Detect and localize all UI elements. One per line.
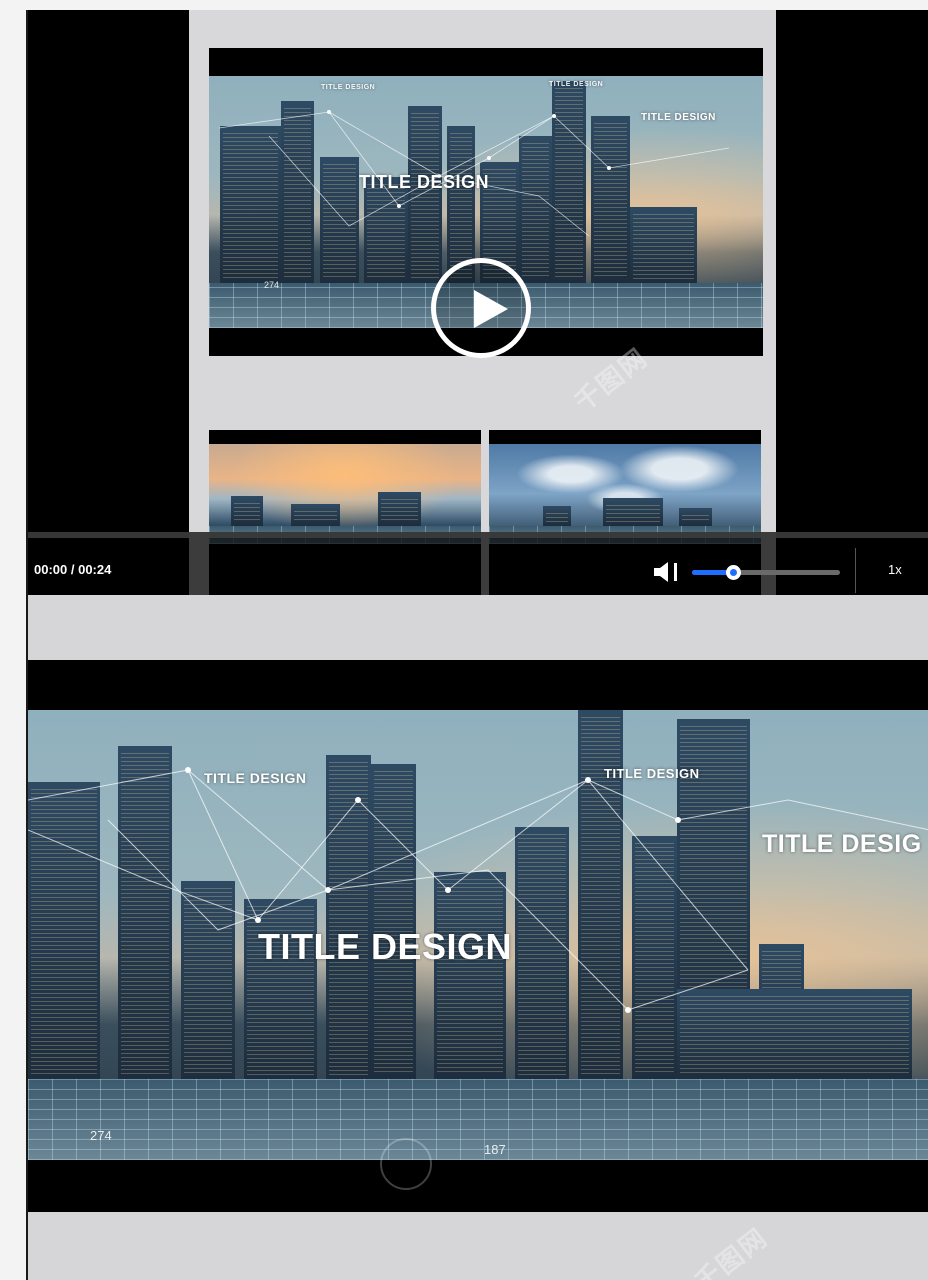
- video-preview-card: TITLE DESIGN TITLE DESIGN TITLE DESIGN T…: [189, 10, 776, 595]
- control-divider: [855, 548, 856, 593]
- hero-tag-left: TITLE DESIGN: [321, 84, 376, 91]
- hero-number-label: 274: [264, 280, 280, 290]
- hero-tag-mid: TITLE DESIGN: [549, 81, 604, 88]
- video-number-label-2: 187: [484, 1142, 506, 1157]
- play-button[interactable]: [431, 258, 531, 358]
- playback-time: 00:00 / 00:24: [34, 562, 112, 577]
- hero-tag-right: TITLE DESIGN: [641, 112, 716, 123]
- volume-slider-handle[interactable]: [726, 565, 742, 580]
- video-tag-mid: TITLE DESIGN: [604, 766, 700, 781]
- city-skyline-image-large: TITLE DESIGN TITLE DESIGN TITLE DESIG TI…: [28, 710, 928, 1160]
- video-tag-right: TITLE DESIG: [762, 830, 922, 858]
- page-frame: TITLE DESIGN TITLE DESIGN TITLE DESIGN T…: [26, 10, 928, 1280]
- volume-icon[interactable]: [652, 560, 682, 584]
- loading-ring-icon: [380, 1138, 432, 1190]
- video-number-label-1: 274: [90, 1128, 112, 1143]
- video-player-bottom[interactable]: TITLE DESIGN TITLE DESIGN TITLE DESIG TI…: [28, 660, 928, 1212]
- sunset-city-thumbnail: [209, 444, 481, 544]
- cloudy-city-thumbnail: [489, 444, 761, 544]
- video-title: TITLE DESIGN: [258, 926, 513, 967]
- hero-title: TITLE DESIGN: [359, 172, 490, 192]
- video-player-top[interactable]: TITLE DESIGN TITLE DESIGN TITLE DESIGN T…: [28, 10, 928, 595]
- volume-slider[interactable]: [692, 565, 840, 580]
- watermark-text-bottom: 千图网: [688, 1221, 774, 1280]
- playback-speed-button[interactable]: 1x: [888, 562, 902, 577]
- video-tag-left: TITLE DESIGN: [204, 770, 307, 786]
- player-control-bar: 00:00 / 00:24 1x: [28, 532, 928, 595]
- play-icon: [474, 290, 508, 328]
- hero-video-frame[interactable]: TITLE DESIGN TITLE DESIGN TITLE DESIGN T…: [209, 48, 763, 358]
